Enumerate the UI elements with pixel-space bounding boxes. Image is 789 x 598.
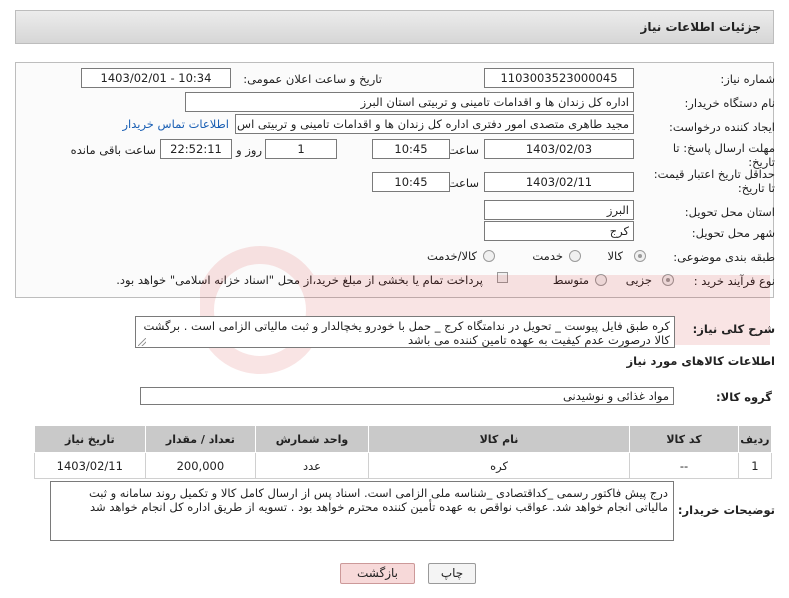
treasury-payment-checkbox[interactable] — [497, 272, 508, 283]
remaining-label: ساعت باقی مانده — [70, 143, 156, 157]
days-label: روز و — [236, 143, 262, 157]
treasury-payment-note: پرداخت تمام یا بخشی از مبلغ خرید،از محل … — [116, 273, 483, 287]
print-button[interactable]: چاپ — [428, 563, 476, 584]
remaining-time-field[interactable]: 22:52:11 — [160, 139, 232, 159]
reply-time-field[interactable]: 10:45 — [372, 139, 450, 159]
col-code: کد کالا — [629, 425, 739, 453]
contact-info-link[interactable]: اطلاعات تماس خریدار — [122, 117, 229, 131]
cell-date: 1403/02/11 — [34, 452, 146, 479]
col-date: تاریخ نیاز — [34, 425, 146, 453]
process-partial-label: جزیی — [625, 273, 652, 287]
category-service-label: خدمت — [532, 249, 563, 263]
cell-unit: عدد — [255, 452, 369, 479]
category-goods-service-radio[interactable] — [483, 250, 495, 262]
goods-table: ردیف کد کالا نام کالا واحد شمارش تعداد /… — [34, 425, 773, 479]
buyer-org-label: نام دستگاه خریدار: — [684, 96, 775, 110]
price-validity-time-field[interactable]: 10:45 — [372, 172, 450, 192]
page-header: جزئیات اطلاعات نیاز — [15, 10, 774, 44]
col-name: نام کالا — [367, 425, 631, 453]
need-number-label: شماره نیاز: — [720, 72, 775, 86]
col-unit: واحد شمارش — [255, 425, 369, 453]
process-medium-label: متوسط — [552, 273, 589, 287]
process-medium-radio[interactable] — [595, 274, 607, 286]
page-title: جزئیات اطلاعات نیاز — [640, 20, 761, 34]
reply-deadline-label: مهلت ارسال پاسخ: تا تاریخ: — [672, 141, 775, 169]
back-button[interactable]: بازگشت — [340, 563, 415, 584]
cell-row: 1 — [737, 452, 773, 479]
buyer-org-field[interactable]: اداره کل زندان ها و اقدامات تامینی و ترب… — [185, 92, 634, 112]
announce-label: تاریخ و ساعت اعلان عمومی: — [243, 72, 382, 86]
buyer-notes-text: درج پیش فاکتور رسمی _کداقتصادی _شناسه مل… — [88, 486, 668, 514]
table-row: 1 -- کره عدد 200,000 1403/02/11 — [34, 452, 773, 479]
category-service-radio[interactable] — [569, 250, 581, 262]
description-textarea[interactable]: کره طبق فایل پیوست _ تحویل در ندامتگاه ک… — [135, 316, 675, 348]
goods-section-title: اطلاعات کالاهای مورد نیاز — [626, 354, 775, 368]
reply-date-field[interactable]: 1403/02/03 — [484, 139, 634, 159]
category-goods-label: کالا — [607, 249, 623, 263]
goods-group-field[interactable]: مواد غذائی و نوشیدنی — [140, 387, 674, 405]
description-text: کره طبق فایل پیوست _ تحویل در ندامتگاه ک… — [143, 319, 670, 347]
announce-datetime-field[interactable]: 1403/02/01 - 10:34 — [81, 68, 231, 88]
province-field[interactable]: البرز — [484, 200, 634, 220]
province-label: استان محل تحویل: — [684, 205, 775, 219]
cell-code: -- — [629, 452, 739, 479]
resize-handle[interactable] — [138, 338, 146, 346]
price-validity-date-field[interactable]: 1403/02/11 — [484, 172, 634, 192]
category-label: طبقه بندی موضوعی: — [673, 250, 775, 264]
requester-label: ایجاد کننده درخواست: — [669, 120, 775, 134]
process-partial-radio[interactable] — [662, 274, 674, 286]
city-field[interactable]: کرج — [484, 221, 634, 241]
reply-time-label: ساعت — [447, 143, 479, 157]
description-label: شرح کلی نیاز: — [692, 322, 775, 336]
process-label: نوع فرآیند خرید : — [693, 274, 775, 288]
buyer-notes-label: توضیحات خریدار: — [677, 503, 775, 517]
category-goods-service-label: کالا/خدمت — [426, 249, 477, 263]
need-number-field[interactable]: 1103003523000045 — [484, 68, 634, 88]
goods-group-label: گروه کالا: — [716, 390, 772, 404]
days-field[interactable]: 1 — [265, 139, 337, 159]
price-validity-time-label: ساعت — [447, 176, 479, 190]
price-validity-label: حداقل تاریخ اعتبار قیمت: تا تاریخ: — [653, 167, 775, 195]
col-qty: تعداد / مقدار — [144, 425, 257, 453]
col-row: ردیف — [737, 425, 773, 453]
requester-field[interactable]: مجید طاهری متصدی امور دفتری اداره کل زند… — [235, 114, 634, 134]
cell-qty: 200,000 — [144, 452, 257, 479]
category-goods-radio[interactable] — [634, 250, 646, 262]
cell-name: کره — [367, 452, 631, 479]
city-label: شهر محل تحویل: — [691, 226, 775, 240]
goods-table-header: ردیف کد کالا نام کالا واحد شمارش تعداد /… — [34, 425, 773, 453]
buyer-notes-textarea[interactable]: درج پیش فاکتور رسمی _کداقتصادی _شناسه مل… — [50, 481, 674, 541]
